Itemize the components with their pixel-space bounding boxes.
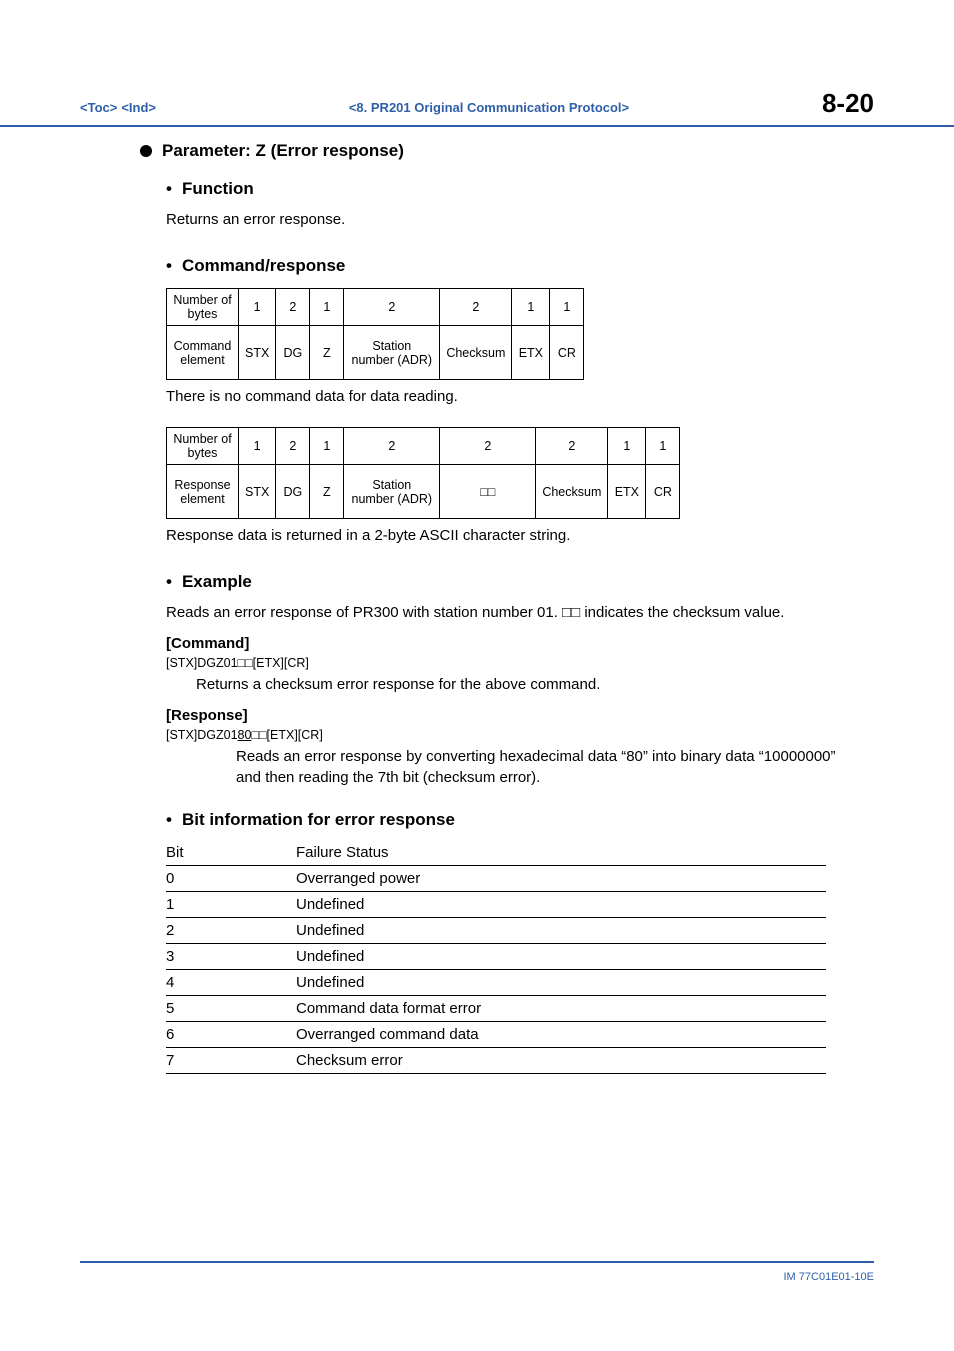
command-desc: Returns a checksum error response for th… bbox=[196, 674, 854, 695]
table-cell: STX bbox=[239, 326, 276, 380]
table-cell: 1 bbox=[310, 289, 344, 326]
table-cell: 7 bbox=[166, 1048, 296, 1074]
bullet-icon bbox=[140, 145, 152, 157]
bullet-icon: • bbox=[166, 179, 172, 199]
table-header: Bit bbox=[166, 840, 296, 866]
response-line: [STX]DGZ0180□□[ETX][CR] bbox=[166, 728, 854, 742]
table-cell: ETX bbox=[608, 465, 646, 519]
response-table: Number of bytes 1 2 1 2 2 2 1 1 Response… bbox=[166, 427, 680, 519]
bullet-icon: • bbox=[166, 810, 172, 830]
table-cell: 1 bbox=[550, 289, 584, 326]
table-cell: 0 bbox=[166, 866, 296, 892]
function-heading: • Function bbox=[166, 179, 854, 199]
table-row: 4Undefined bbox=[166, 970, 826, 996]
bullet-icon: • bbox=[166, 256, 172, 276]
parameter-heading: Parameter: Z (Error response) bbox=[140, 141, 854, 161]
table-cell: Overranged command data bbox=[296, 1022, 826, 1048]
table-cell: 2 bbox=[536, 428, 608, 465]
table-cell: DG bbox=[276, 326, 310, 380]
example-title: Example bbox=[182, 572, 252, 592]
table-cell: 1 bbox=[512, 289, 550, 326]
table-header: Failure Status bbox=[296, 840, 826, 866]
table-cell: 2 bbox=[276, 289, 310, 326]
table-cell: Checksum bbox=[536, 465, 608, 519]
table-row: 2Undefined bbox=[166, 918, 826, 944]
table-cell: 1 bbox=[239, 289, 276, 326]
table-cell: Overranged power bbox=[296, 866, 826, 892]
table-cell: Station number (ADR) bbox=[344, 465, 440, 519]
table-cell: 4 bbox=[166, 970, 296, 996]
table-row: 5Command data format error bbox=[166, 996, 826, 1022]
table-cell: CR bbox=[550, 326, 584, 380]
table-cell: 2 bbox=[166, 918, 296, 944]
table-row: 7Checksum error bbox=[166, 1048, 826, 1074]
table-cell: Undefined bbox=[296, 944, 826, 970]
table-cell: ETX bbox=[512, 326, 550, 380]
table-cell: Number of bytes bbox=[167, 289, 239, 326]
table-cell: 2 bbox=[440, 428, 536, 465]
table-cell: □□ bbox=[440, 465, 536, 519]
parameter-title: Parameter: Z (Error response) bbox=[162, 141, 404, 161]
table-cell: Undefined bbox=[296, 918, 826, 944]
table-cell: 2 bbox=[344, 289, 440, 326]
table-cell: 3 bbox=[166, 944, 296, 970]
table-cell: Number of bytes bbox=[167, 428, 239, 465]
table-cell: Z bbox=[310, 465, 344, 519]
page-header: <Toc> <Ind> <8. PR201 Original Communica… bbox=[0, 0, 954, 127]
bitinfo-heading: • Bit information for error response bbox=[166, 810, 854, 830]
footer-divider bbox=[80, 1261, 874, 1263]
table-row: 6Overranged command data bbox=[166, 1022, 826, 1048]
table-row: Bit Failure Status bbox=[166, 840, 826, 866]
table-row: 0Overranged power bbox=[166, 866, 826, 892]
cmdresp-title: Command/response bbox=[182, 256, 345, 276]
example-heading: • Example bbox=[166, 572, 854, 592]
table-cell: 1 bbox=[239, 428, 276, 465]
command-label: [Command] bbox=[166, 635, 854, 652]
table-row: 3Undefined bbox=[166, 944, 826, 970]
bit-table: Bit Failure Status 0Overranged power 1Un… bbox=[166, 840, 826, 1074]
footer-doc-id: IM 77C01E01-10E bbox=[784, 1271, 875, 1283]
table-cell: 2 bbox=[344, 428, 440, 465]
function-text: Returns an error response. bbox=[166, 209, 854, 230]
command-line: [STX]DGZ01□□[ETX][CR] bbox=[166, 656, 854, 670]
function-title: Function bbox=[182, 179, 254, 199]
table-cell: 1 bbox=[310, 428, 344, 465]
page-number: 8-20 bbox=[822, 88, 874, 119]
bitinfo-title: Bit information for error response bbox=[182, 810, 455, 830]
table-cell: 1 bbox=[608, 428, 646, 465]
table-cell: Command data format error bbox=[296, 996, 826, 1022]
table-cell: 1 bbox=[646, 428, 680, 465]
table-cell: 2 bbox=[276, 428, 310, 465]
table-cell: 6 bbox=[166, 1022, 296, 1048]
table-cell: Undefined bbox=[296, 892, 826, 918]
table-cell: CR bbox=[646, 465, 680, 519]
table-cell: Checksum error bbox=[296, 1048, 826, 1074]
table-row: 1Undefined bbox=[166, 892, 826, 918]
table-cell: DG bbox=[276, 465, 310, 519]
table-cell: 1 bbox=[166, 892, 296, 918]
response-desc: Reads an error response by converting he… bbox=[236, 746, 854, 788]
resp-note: Response data is returned in a 2-byte AS… bbox=[166, 525, 854, 546]
table-cell: Command element bbox=[167, 326, 239, 380]
ind-link[interactable]: <Ind> bbox=[121, 100, 156, 115]
cmd-note: There is no command data for data readin… bbox=[166, 386, 854, 407]
cmdresp-heading: • Command/response bbox=[166, 256, 854, 276]
command-table: Number of bytes 1 2 1 2 2 1 1 Command el… bbox=[166, 288, 584, 380]
example-intro: Reads an error response of PR300 with st… bbox=[166, 602, 854, 623]
table-cell: Undefined bbox=[296, 970, 826, 996]
toc-link[interactable]: <Toc> bbox=[80, 100, 117, 115]
bullet-icon: • bbox=[166, 572, 172, 592]
table-cell: Response element bbox=[167, 465, 239, 519]
response-label: [Response] bbox=[166, 707, 854, 724]
table-cell: Z bbox=[310, 326, 344, 380]
table-cell: Checksum bbox=[440, 326, 512, 380]
table-cell: Station number (ADR) bbox=[344, 326, 440, 380]
table-cell: 2 bbox=[440, 289, 512, 326]
table-cell: STX bbox=[239, 465, 276, 519]
table-cell: 5 bbox=[166, 996, 296, 1022]
chapter-title: <8. PR201 Original Communication Protoco… bbox=[349, 100, 629, 115]
